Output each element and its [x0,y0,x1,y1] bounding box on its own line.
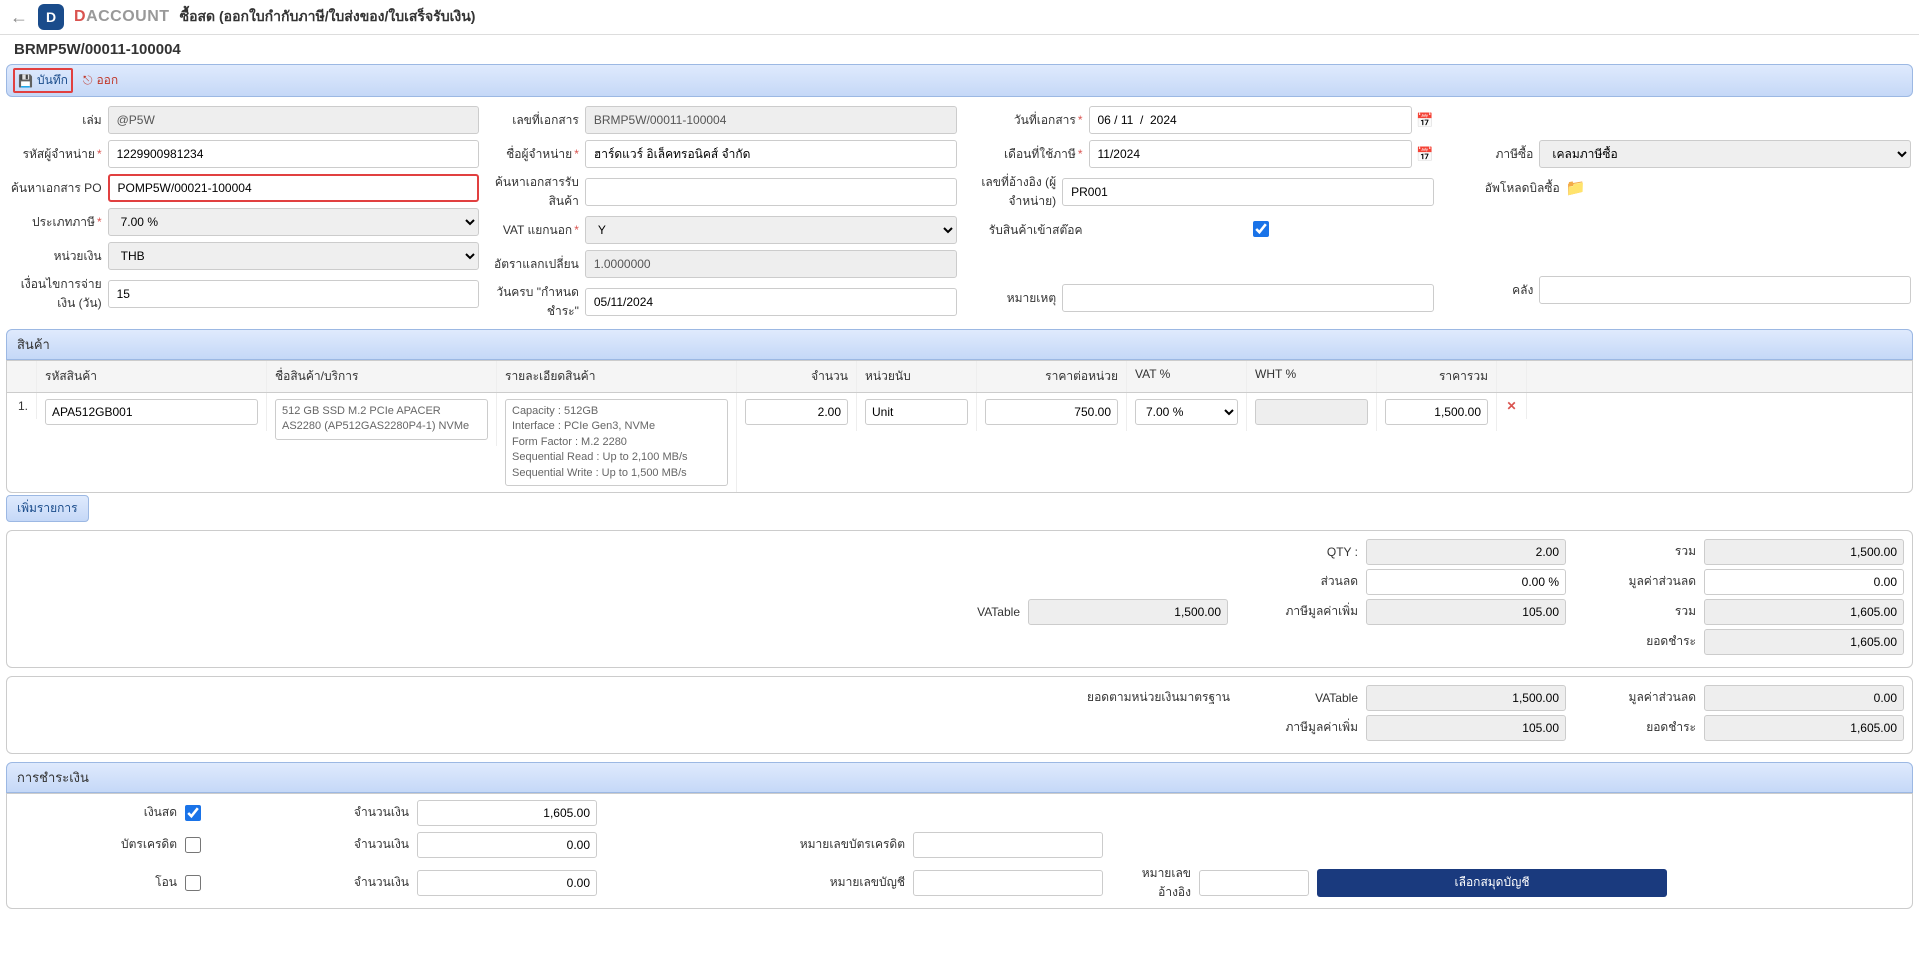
section-payment-title: การชำระเงิน [6,762,1913,793]
input-acct-no[interactable] [913,870,1103,896]
input-warehouse[interactable] [1539,276,1911,304]
input-ref-no[interactable] [1062,178,1434,206]
cell-unitprice[interactable] [985,399,1118,425]
total-discount-amt[interactable] [1704,569,1904,595]
input-cash-amt[interactable] [417,800,597,826]
cell-unit[interactable] [865,399,968,425]
label-cash: เงินสด [17,803,177,822]
calendar-icon[interactable]: 📅 [1416,112,1433,129]
input-remark[interactable] [1062,284,1434,312]
label-tax-type: ประเภทภาษี [8,213,102,232]
total-vatable [1028,599,1228,625]
label-tax-month: เดือนที่ใช้ภาษี [963,145,1083,164]
totals-panel: QTY : รวม ส่วนลด มูลค่าส่วนลด VATable ภา… [6,530,1913,668]
select-vat-extract[interactable]: Y [585,216,957,244]
document-number: BRMP5W/00011-100004 [0,35,1919,64]
field-doc-no: BRMP5W/00011-100004 [585,106,957,134]
select-tax-type[interactable]: 7.00 % [108,208,480,236]
input-payment-term[interactable] [108,280,480,308]
form-area: เล่ม @P5W รหัสผู้จำหน่าย ค้นหาเอกสาร PO ป… [0,105,1919,321]
add-item-button[interactable]: เพิ่มรายการ [6,495,89,522]
cell-wht [1255,399,1368,425]
label-due-date: วันครบ "กำหนดชำระ" [485,283,579,321]
save-icon: 💾 [18,74,33,88]
input-search-po[interactable] [108,174,480,202]
label-exchange-rate: อัตราแลกเปลี่ยน [485,255,579,274]
select-account-button[interactable]: เลือกสมุดบัญชี [1317,869,1667,897]
brand-text: DACCOUNT [74,8,170,26]
field-exchange-rate: 1.0000000 [585,250,957,278]
field-book: @P5W [108,106,480,134]
label-ref-no: เลขที่อ้างอิง (ผู้จำหน่าย) [963,173,1057,211]
cell-vat[interactable]: 7.00 % [1135,399,1238,425]
label-warehouse: คลัง [1440,281,1534,300]
label-vendor-name: ชื่อผู้จำหน่าย [485,145,579,164]
input-search-receive[interactable] [585,178,957,206]
save-button[interactable]: 💾 บันทึก [13,68,73,93]
input-credit-no[interactable] [913,832,1103,858]
calendar-icon[interactable]: 📅 [1416,146,1433,163]
total-vat-amt [1366,599,1566,625]
total-payable [1704,629,1904,655]
label-vat-extract: VAT แยกนอก [485,221,579,240]
label-currency: หน่วยเงิน [8,247,102,266]
cell-code[interactable] [45,399,258,425]
total-sum [1704,539,1904,565]
select-currency[interactable]: THB [108,242,480,270]
cell-name[interactable]: 512 GB SSD M.2 PCIe APACER AS2280 (AP512… [275,399,488,440]
input-credit-amt[interactable] [417,832,597,858]
payment-panel: เงินสด จำนวนเงิน บัตรเครดิต จำนวนเงิน หม… [6,793,1913,909]
label-remark: หมายเหตุ [963,289,1057,308]
total-grand [1704,599,1904,625]
label-doc-date: วันที่เอกสาร [963,111,1083,130]
label-payment-term: เงื่อนไขการจ่ายเงิน (วัน) [8,275,102,313]
table-row: 1. 512 GB SSD M.2 PCIe APACER AS2280 (AP… [7,393,1912,492]
input-vendor-name[interactable] [585,140,957,168]
items-grid: รหัสสินค้า ชื่อสินค้า/บริการ รายละเอียดส… [6,360,1913,493]
std-payable [1704,715,1904,741]
std-vat-amt [1366,715,1566,741]
input-transfer-amt[interactable] [417,870,597,896]
std-totals-panel: ยอดตามหน่วยเงินมาตรฐานVATable มูลค่าส่วน… [6,676,1913,754]
page-title: ซื้อสด (ออกใบกำกับภาษี/ใบส่งของ/ใบเสร็จร… [180,6,476,28]
std-discount-amt [1704,685,1904,711]
section-items-title: สินค้า [6,329,1913,360]
app-logo-icon: D [38,4,64,30]
exit-icon: ⎋ [83,73,93,88]
label-vendor-code: รหัสผู้จำหน่าย [8,145,102,164]
input-doc-date[interactable] [1089,106,1413,134]
input-vendor-code[interactable] [108,140,480,168]
grid-header: รหัสสินค้า ชื่อสินค้า/บริการ รายละเอียดส… [7,361,1912,393]
total-qty [1366,539,1566,565]
input-tax-month[interactable] [1089,140,1413,168]
check-credit[interactable] [185,837,201,853]
label-book: เล่ม [8,111,102,130]
input-due-date[interactable] [585,288,957,316]
check-transfer[interactable] [185,875,201,891]
label-search-po: ค้นหาเอกสาร PO [8,179,102,198]
exit-button[interactable]: ⎋ ออก [83,71,118,90]
check-receive-stock[interactable] [1253,221,1269,237]
input-transfer-ref[interactable] [1199,870,1309,896]
back-arrow-icon[interactable]: ← [10,7,28,28]
delete-row-icon[interactable]: ✕ [1497,393,1527,419]
cell-total[interactable] [1385,399,1488,425]
check-cash[interactable] [185,805,201,821]
label-search-receive: ค้นหาเอกสารรับสินค้า [485,173,579,211]
label-doc-no: เลขที่เอกสาร [485,111,579,130]
folder-icon[interactable]: 📁 [1566,178,1586,198]
label-transfer: โอน [17,873,177,892]
cell-desc[interactable]: Capacity : 512GB Interface : PCIe Gen3, … [505,399,728,486]
total-discount-pct[interactable] [1366,569,1566,595]
std-vatable [1366,685,1566,711]
label-receive-stock: รับสินค้าเข้าสต๊อค [963,221,1083,240]
label-credit: บัตรเครดิต [17,835,177,854]
app-header: ← D DACCOUNT ซื้อสด (ออกใบกำกับภาษี/ใบส่… [0,0,1919,35]
label-upload-bill: อัพโหลดบิลซื้อ [1440,179,1560,198]
label-buy-tax: ภาษีซื้อ [1440,145,1534,164]
cell-qty[interactable] [745,399,848,425]
toolbar: 💾 บันทึก ⎋ ออก [6,64,1913,97]
select-buy-tax[interactable]: เคลมภาษีซื้อ [1539,140,1911,168]
